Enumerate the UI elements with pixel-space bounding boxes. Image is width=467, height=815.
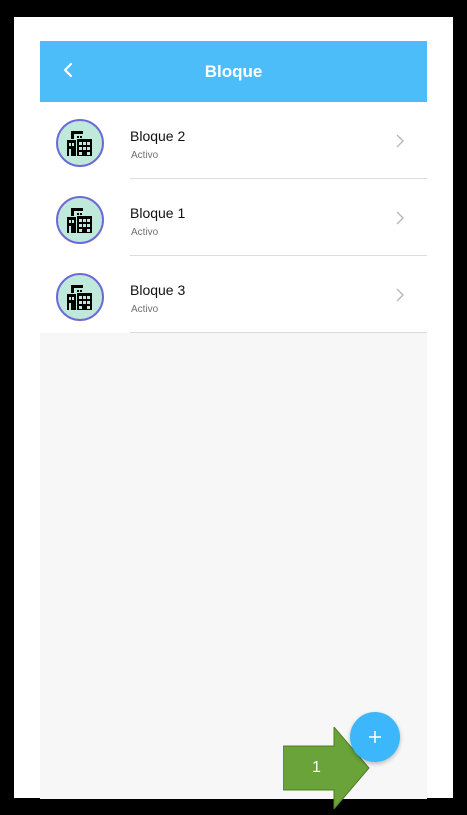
divider xyxy=(130,332,427,333)
chevron-right-icon xyxy=(396,211,404,225)
phone-frame: Bloque Bloque 2 Activo Bloque 1 Activo B… xyxy=(14,17,453,809)
chevron-right-icon xyxy=(396,288,404,302)
chevron-left-icon xyxy=(63,62,73,78)
avatar xyxy=(56,196,104,244)
item-status: Activo xyxy=(131,150,159,161)
plus-icon xyxy=(369,731,381,743)
step-number: 1 xyxy=(312,759,321,776)
block-list: Bloque 2 Activo Bloque 1 Activo Bloque 3… xyxy=(40,102,427,333)
avatar xyxy=(56,273,104,321)
building-icon xyxy=(67,208,92,233)
item-title: Bloque 3 xyxy=(130,282,186,298)
back-button[interactable] xyxy=(54,55,84,85)
app-screen: Bloque Bloque 2 Activo Bloque 1 Activo B… xyxy=(40,41,427,799)
item-status: Activo xyxy=(131,227,159,238)
list-item[interactable]: Bloque 1 Activo xyxy=(40,179,427,256)
page-title: Bloque xyxy=(204,62,263,81)
add-button[interactable] xyxy=(350,712,400,762)
building-icon xyxy=(67,285,92,310)
item-title: Bloque 1 xyxy=(130,205,186,221)
building-icon xyxy=(67,131,92,156)
list-item[interactable]: Bloque 2 Activo xyxy=(40,102,427,179)
chevron-right-icon xyxy=(396,134,404,148)
item-title: Bloque 2 xyxy=(130,128,186,144)
avatar xyxy=(56,119,104,167)
item-status: Activo xyxy=(131,304,159,315)
app-bar: Bloque xyxy=(40,41,427,102)
list-item[interactable]: Bloque 3 Activo xyxy=(40,256,427,333)
